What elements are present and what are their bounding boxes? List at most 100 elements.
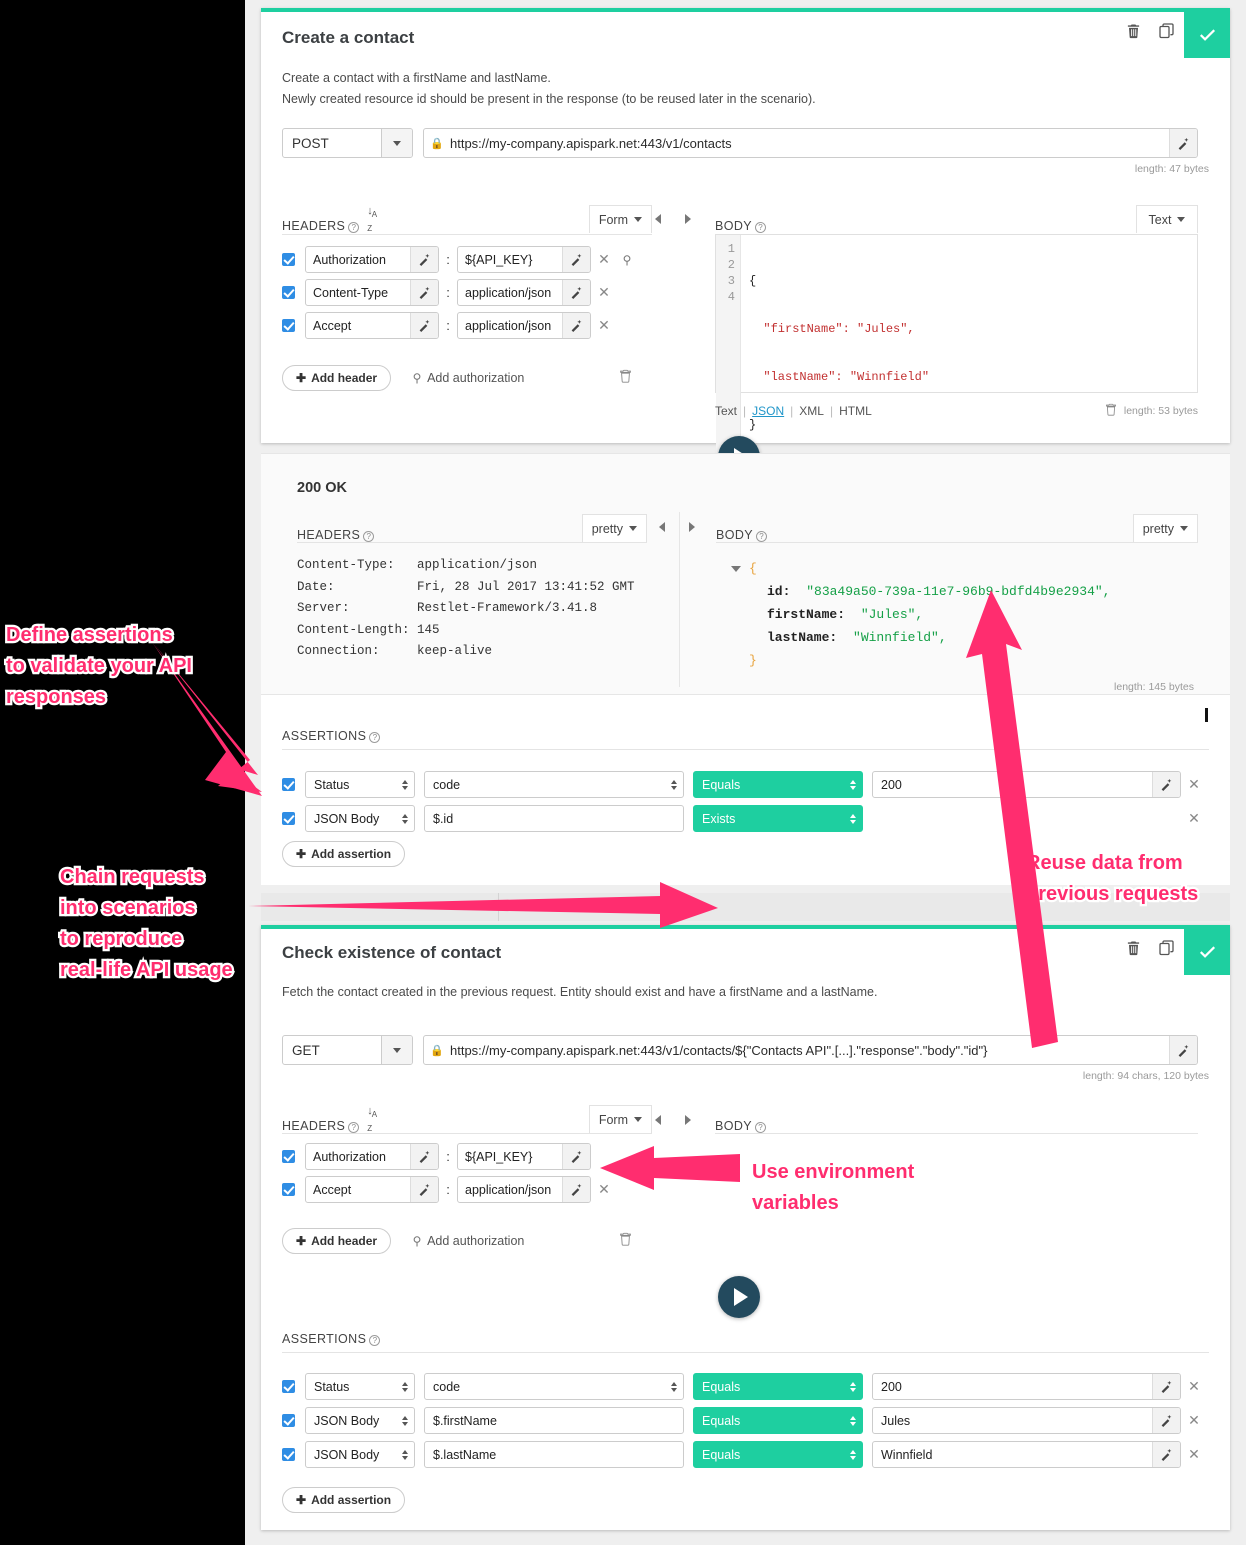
header-value-input[interactable]: ${API_KEY}: [457, 246, 591, 273]
sort-az-icon[interactable]: ↓A Z: [367, 1105, 377, 1133]
magic-wand-icon[interactable]: [562, 280, 590, 305]
assertion-operator-select[interactable]: Equals: [693, 1373, 863, 1400]
headers-divider: [282, 1133, 652, 1134]
help-icon[interactable]: ?: [348, 222, 360, 233]
header-name-input[interactable]: Accept: [305, 312, 439, 339]
header-name-input[interactable]: Authorization: [305, 1143, 439, 1170]
magic-wand-icon[interactable]: [1169, 129, 1197, 157]
assertion-source-select[interactable]: JSON Body: [305, 1407, 415, 1434]
trash-icon[interactable]: [619, 1232, 632, 1251]
remove-header-icon[interactable]: ✕: [591, 284, 617, 301]
help-icon[interactable]: ?: [756, 531, 768, 542]
response-body-mode-dropdown[interactable]: pretty: [1132, 514, 1198, 542]
magic-wand-icon[interactable]: [562, 1177, 590, 1202]
header-value-input[interactable]: application/json: [457, 312, 591, 339]
headers-mode-dropdown[interactable]: Form: [588, 205, 652, 233]
magic-wand-icon[interactable]: [562, 313, 590, 338]
magic-wand-icon[interactable]: [1152, 1374, 1180, 1399]
add-header-button[interactable]: ✚ Add header: [282, 365, 392, 391]
help-icon[interactable]: ?: [755, 1122, 767, 1133]
body-format-html[interactable]: HTML: [839, 404, 872, 418]
body-mode-dropdown[interactable]: Text: [1136, 205, 1198, 233]
body-format-xml[interactable]: XML: [799, 404, 824, 418]
assertion-source-select[interactable]: JSON Body: [305, 1441, 415, 1468]
url-input[interactable]: 🔒 https://my-company.apispark.net:443/v1…: [423, 128, 1198, 158]
remove-header-icon[interactable]: ✕: [591, 317, 617, 334]
collapse-left-icon[interactable]: [655, 214, 661, 224]
play-icon[interactable]: [718, 1276, 760, 1318]
key-icon[interactable]: ⚲: [407, 1234, 427, 1248]
help-icon[interactable]: ?: [363, 531, 375, 542]
http-method-select[interactable]: POST: [282, 128, 413, 158]
confirm-button[interactable]: [1184, 12, 1230, 58]
key-icon[interactable]: ⚲: [407, 371, 427, 385]
header-value-input[interactable]: application/json: [457, 279, 591, 306]
help-icon[interactable]: ?: [755, 222, 767, 233]
add-authorization-link[interactable]: Add authorization: [427, 1234, 524, 1248]
trash-icon[interactable]: [1105, 403, 1117, 419]
header-name-input[interactable]: Content-Type: [305, 279, 439, 306]
body-format-text[interactable]: Text: [715, 404, 737, 418]
copy-icon[interactable]: [1150, 12, 1184, 50]
assertion-operator-select[interactable]: Equals: [693, 1441, 863, 1468]
header-value-input[interactable]: ${API_KEY}: [457, 1143, 591, 1170]
header-enabled-checkbox[interactable]: [282, 319, 295, 332]
magic-wand-icon[interactable]: [1152, 1408, 1180, 1433]
sort-az-icon[interactable]: ↓A Z: [367, 205, 377, 233]
remove-assertion-icon[interactable]: ✕: [1181, 1446, 1207, 1463]
header-name-input[interactable]: Authorization: [305, 246, 439, 273]
magic-wand-icon[interactable]: [1169, 1036, 1197, 1064]
magic-wand-icon[interactable]: [1152, 1442, 1180, 1467]
assertion-value-input[interactable]: 200: [872, 1373, 1181, 1400]
magic-wand-icon[interactable]: [410, 280, 438, 305]
add-header-button[interactable]: ✚ Add header: [282, 1228, 392, 1254]
header-enabled-checkbox[interactable]: [282, 1183, 295, 1196]
collapse-right-icon[interactable]: [685, 1115, 691, 1125]
trash-icon[interactable]: [1116, 12, 1150, 50]
key-icon[interactable]: ⚲: [617, 253, 637, 267]
help-icon[interactable]: ?: [369, 1335, 381, 1346]
magic-wand-icon[interactable]: [562, 1144, 590, 1169]
request-body-editor[interactable]: 1 2 3 4 { "firstName": "Jules", "lastNam…: [715, 234, 1198, 470]
collapse-left-icon[interactable]: [655, 1115, 661, 1125]
assertion-enabled-checkbox[interactable]: [282, 1448, 295, 1461]
assertions-section-label: ASSERTIONS: [282, 1332, 367, 1346]
remove-assertion-icon[interactable]: ✕: [1181, 1412, 1207, 1429]
spinner-icon: [396, 1381, 408, 1392]
header-enabled-checkbox[interactable]: [282, 286, 295, 299]
collapse-right-icon[interactable]: [685, 214, 691, 224]
trash-icon[interactable]: [619, 369, 632, 388]
assertion-operator-select[interactable]: Equals: [693, 1407, 863, 1434]
assertion-path-input[interactable]: $.firstName: [424, 1407, 684, 1434]
collapse-left-icon[interactable]: [659, 522, 665, 532]
response-headers-mode-dropdown[interactable]: pretty: [581, 514, 647, 542]
header-enabled-checkbox[interactable]: [282, 1150, 295, 1163]
header-value-input[interactable]: application/json: [457, 1176, 591, 1203]
help-icon[interactable]: ?: [348, 1122, 360, 1133]
header-name-input[interactable]: Accept: [305, 1176, 439, 1203]
magic-wand-icon[interactable]: [410, 1144, 438, 1169]
body-code[interactable]: { "firstName": "Jules", "lastName": "Win…: [741, 235, 1197, 465]
assertion-value-input[interactable]: Jules: [872, 1407, 1181, 1434]
http-method-select[interactable]: GET: [282, 1035, 413, 1065]
assertion-path-select[interactable]: code: [424, 1373, 684, 1400]
remove-header-icon[interactable]: ✕: [591, 251, 617, 268]
assertion-path-input[interactable]: $.lastName: [424, 1441, 684, 1468]
header-enabled-checkbox[interactable]: [282, 253, 295, 266]
add-authorization-link[interactable]: Add authorization: [427, 371, 524, 385]
tree-toggle-icon[interactable]: [731, 557, 749, 580]
headers-mode-dropdown[interactable]: Form: [588, 1105, 652, 1133]
body-format-json[interactable]: JSON: [752, 404, 784, 418]
assertion-enabled-checkbox[interactable]: [282, 1380, 295, 1393]
assertion-source-select[interactable]: Status: [305, 1373, 415, 1400]
magic-wand-icon[interactable]: [410, 1177, 438, 1202]
assertion-enabled-checkbox[interactable]: [282, 1414, 295, 1427]
collapse-right-icon[interactable]: [689, 522, 695, 532]
magic-wand-icon[interactable]: [410, 247, 438, 272]
remove-assertion-icon[interactable]: ✕: [1181, 1378, 1207, 1395]
assertion-value-input[interactable]: Winnfield: [872, 1441, 1181, 1468]
magic-wand-icon[interactable]: [410, 313, 438, 338]
magic-wand-icon[interactable]: [562, 247, 590, 272]
assertion-value-text: 200: [881, 1379, 902, 1394]
add-assertion-button[interactable]: ✚ Add assertion: [282, 1487, 406, 1513]
